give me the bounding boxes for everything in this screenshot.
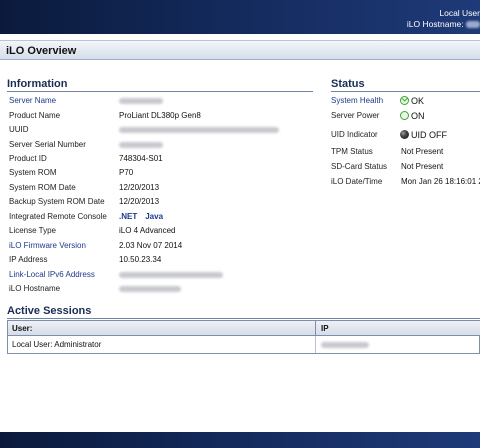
cell-separator [315, 336, 316, 353]
active-sessions-title: Active Sessions [7, 305, 92, 317]
hostname-label-text: iLO Hostname: [406, 19, 464, 29]
main-content: iLO Overview Information Server Name Pro… [0, 34, 480, 432]
status-title: Status [331, 78, 365, 90]
status-divider [331, 91, 480, 92]
ilo-hostname-redacted [119, 286, 181, 292]
uuid-label: UUID [9, 125, 29, 134]
backup-rom-date-label: Backup System ROM Date [9, 197, 105, 206]
system-health-link[interactable]: System Health [331, 96, 383, 105]
status-row-health: System Health OK [331, 95, 480, 108]
page-title-bar: iLO Overview [0, 40, 480, 60]
system-rom-label: System ROM [9, 168, 57, 177]
info-row-backup-rom-date: Backup System ROM Date 12/20/2013 [9, 197, 309, 209]
status-row-uid: UID Indicator UID OFF [331, 130, 480, 142]
tpm-status-value: Not Present [401, 147, 444, 156]
license-type-value: iLO 4 Advanced [119, 226, 176, 235]
info-row-serial: Server Serial Number [9, 140, 309, 152]
product-id-label: Product ID [9, 154, 47, 163]
information-divider [7, 91, 313, 92]
ilo-datetime-label: iLO Date/Time [331, 177, 383, 186]
bottom-banner [0, 432, 480, 448]
backup-rom-date-value: 12/20/2013 [119, 197, 160, 206]
remote-console-java-link[interactable]: Java [145, 212, 163, 221]
server-name-redacted [119, 98, 163, 104]
column-separator [315, 321, 316, 336]
ilo-hostname-label: iLO Hostname [9, 284, 61, 293]
server-power-value: ON [411, 111, 425, 121]
remote-console-dotnet-link[interactable]: .NET [119, 212, 137, 221]
product-name-value: ProLiant DL380p Gen8 [119, 111, 201, 120]
server-name-link[interactable]: Server Name [9, 96, 56, 105]
session-ip-redacted [321, 342, 369, 348]
status-row-sdcard: SD-Card Status Not Present [331, 162, 480, 174]
uuid-redacted [119, 127, 279, 133]
system-rom-date-value: 12/20/2013 [119, 183, 160, 192]
firmware-version-link[interactable]: iLO Firmware Version [9, 241, 86, 250]
system-rom-date-label: System ROM Date [9, 183, 76, 192]
system-rom-value: P70 [119, 168, 134, 177]
info-row-product-name: Product Name ProLiant DL380p Gen8 [9, 111, 309, 123]
current-user-label: Local User [439, 8, 480, 18]
info-row-product-id: Product ID 748304-S01 [9, 154, 309, 166]
sessions-header-row: User: IP [8, 321, 480, 336]
product-name-label: Product Name [9, 111, 61, 120]
info-row-firmware: iLO Firmware Version 2.03 Nov 07 2014 [9, 241, 309, 253]
serial-number-label: Server Serial Number [9, 140, 86, 149]
uid-off-icon[interactable] [400, 130, 409, 139]
user-column-header[interactable]: User: [12, 324, 32, 333]
info-row-remote-console: Integrated Remote Console .NET Java [9, 212, 309, 224]
info-row-system-rom: System ROM P70 [9, 168, 309, 180]
sessions-divider [7, 318, 480, 319]
ipv6-address-link[interactable]: Link-Local IPv6 Address [9, 270, 95, 279]
status-row-power: Server Power ON [331, 111, 480, 123]
ok-check-icon [400, 95, 409, 105]
status-row-tpm: TPM Status Not Present [331, 147, 480, 159]
top-banner: Local User iLO Hostname: [0, 0, 480, 34]
system-health-value: OK [411, 96, 425, 106]
ip-address-value: 10.50.23.34 [119, 255, 162, 264]
uid-indicator-label: UID Indicator [331, 130, 378, 139]
active-sessions-table: User: IP Local User: Administrator [7, 320, 480, 354]
info-row-ipv6: Link-Local IPv6 Address [9, 270, 309, 282]
license-type-label: License Type [9, 226, 56, 235]
info-row-system-rom-date: System ROM Date 12/20/2013 [9, 183, 309, 195]
firmware-version-value: 2.03 Nov 07 2014 [119, 241, 183, 250]
ip-column-header[interactable]: IP [321, 324, 329, 333]
sd-card-status-value: Not Present [401, 162, 444, 171]
page-title: iLO Overview [6, 45, 77, 57]
server-power-label: Server Power [331, 111, 380, 120]
serial-number-redacted [119, 142, 163, 148]
ilo-hostname-label: iLO Hostname: [407, 19, 480, 29]
info-row-license: License Type iLO 4 Advanced [9, 226, 309, 238]
sd-card-status-label: SD-Card Status [331, 162, 388, 171]
status-row-datetime: iLO Date/Time Mon Jan 26 18:16:01 2 [331, 177, 480, 189]
remote-console-label: Integrated Remote Console [9, 212, 107, 221]
ipv6-address-redacted [119, 272, 223, 278]
ip-address-label: IP Address [9, 255, 48, 264]
info-row-uuid: UUID [9, 125, 309, 137]
table-row: Local User: Administrator [8, 336, 480, 353]
info-row-server-name: Server Name [9, 96, 309, 108]
tpm-status-label: TPM Status [331, 147, 373, 156]
session-user: Local User: Administrator [12, 340, 102, 349]
power-on-icon [400, 111, 409, 120]
uid-indicator-value: UID OFF [411, 130, 447, 140]
remote-console-links: .NET Java [119, 212, 171, 221]
information-title: Information [7, 78, 68, 90]
info-row-ip: IP Address 10.50.23.34 [9, 255, 309, 267]
product-id-value: 748304-S01 [119, 154, 163, 163]
hostname-redacted [466, 21, 480, 29]
info-row-hostname: iLO Hostname [9, 284, 309, 296]
ilo-datetime-value: Mon Jan 26 18:16:01 2 [401, 177, 480, 186]
